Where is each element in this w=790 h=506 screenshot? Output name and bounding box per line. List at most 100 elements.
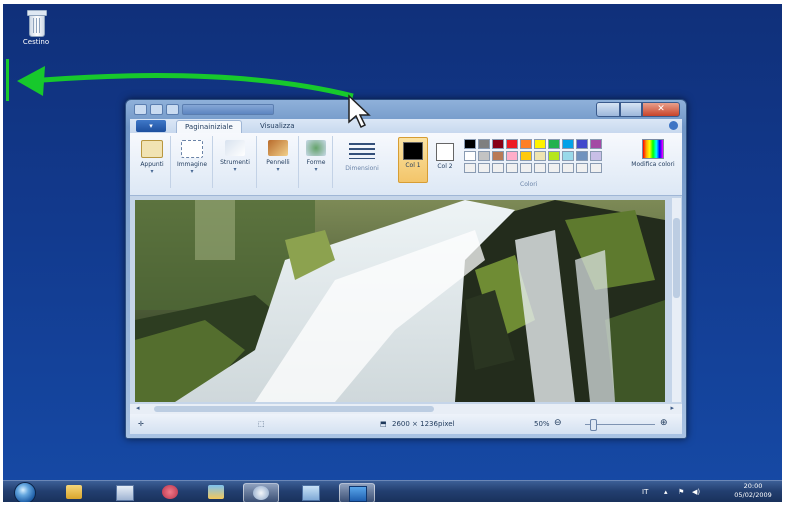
taskbar-pen[interactable] bbox=[153, 483, 187, 501]
brushes-group[interactable]: Pennelli ▾ bbox=[258, 136, 299, 188]
clipboard-icon bbox=[141, 140, 163, 158]
brushes-label: Pennelli bbox=[266, 159, 290, 166]
image-group[interactable]: Immagine ▾ bbox=[172, 136, 213, 188]
size-group[interactable]: Dimensioni bbox=[336, 136, 388, 188]
palette-swatch[interactable] bbox=[492, 163, 504, 173]
taskbar: IT ▴ ⚑ ◀) 20:00 05/02/2009 bbox=[3, 480, 782, 502]
volume-icon[interactable]: ◀) bbox=[692, 488, 700, 496]
palette-swatch[interactable] bbox=[506, 139, 518, 149]
palette-swatch[interactable] bbox=[548, 151, 560, 161]
clipboard-group[interactable]: Appunti ▾ bbox=[134, 136, 171, 188]
colors-group-label: Colori bbox=[520, 181, 538, 188]
taskbar-monitor[interactable] bbox=[339, 483, 375, 502]
color2-button[interactable]: Col 2 bbox=[432, 137, 458, 181]
palette-swatch[interactable] bbox=[590, 139, 602, 149]
palette-swatch[interactable] bbox=[492, 151, 504, 161]
palette-swatch[interactable] bbox=[520, 163, 532, 173]
tab-home[interactable]: Paginainiziale bbox=[176, 120, 242, 134]
color2-swatch bbox=[436, 143, 454, 161]
close-button[interactable]: ✕ bbox=[642, 102, 680, 117]
system-tray: IT ▴ ⚑ ◀) 20:00 05/02/2009 bbox=[624, 481, 774, 502]
paint-window[interactable]: ✕ ▾ Paginainiziale Visualizza Appunti ▾ I… bbox=[125, 99, 687, 439]
line-size-icon bbox=[349, 143, 375, 159]
palette-swatch[interactable] bbox=[464, 151, 476, 161]
vertical-scroll-thumb[interactable] bbox=[673, 218, 680, 298]
palette-swatch[interactable] bbox=[464, 163, 476, 173]
mouse-cursor-icon bbox=[348, 94, 371, 129]
vertical-scrollbar[interactable] bbox=[672, 198, 681, 402]
title-text bbox=[182, 103, 274, 115]
palette-swatch[interactable] bbox=[576, 139, 588, 149]
zoom-out-button[interactable]: ⊖ bbox=[554, 418, 562, 428]
paint-icon bbox=[116, 485, 134, 501]
palette-swatch[interactable] bbox=[492, 139, 504, 149]
file-menu-button[interactable]: ▾ bbox=[136, 120, 166, 132]
taskbar-folder[interactable] bbox=[199, 483, 233, 501]
palette-swatch[interactable] bbox=[478, 163, 490, 173]
minimize-button[interactable] bbox=[596, 102, 620, 117]
palette-swatch[interactable] bbox=[590, 163, 602, 173]
color1-swatch bbox=[403, 142, 423, 160]
palette-swatch[interactable] bbox=[478, 151, 490, 161]
color-palette[interactable] bbox=[464, 139, 602, 173]
desktop: Cestino ✕ ▾ Paginainiziale Visualizza Ap… bbox=[3, 4, 782, 502]
pen-icon bbox=[162, 485, 178, 499]
taskbar-explorer[interactable] bbox=[57, 483, 91, 501]
size-label: Dimensioni bbox=[345, 165, 379, 172]
palette-swatch[interactable] bbox=[562, 151, 574, 161]
color2-label: Col 2 bbox=[437, 163, 453, 170]
clipboard-label: Appunti bbox=[140, 161, 164, 168]
horizontal-scrollbar[interactable]: ◂ ▸ bbox=[130, 404, 682, 414]
taskbar-notepad[interactable] bbox=[293, 483, 327, 501]
clock[interactable]: 20:00 05/02/2009 bbox=[732, 482, 774, 500]
taskbar-media[interactable] bbox=[243, 483, 279, 502]
ribbon: Appunti ▾ Immagine ▾ Strumenti ▾ Pennelli ▾ … bbox=[130, 133, 682, 196]
taskbar-paint[interactable] bbox=[107, 483, 141, 501]
quick-access-toolbar[interactable] bbox=[134, 103, 284, 115]
palette-swatch[interactable] bbox=[478, 139, 490, 149]
save-icon[interactable] bbox=[150, 103, 163, 115]
shapes-label: Forme bbox=[306, 159, 326, 166]
canvas-area[interactable] bbox=[130, 196, 682, 404]
palette-swatch[interactable] bbox=[562, 139, 574, 149]
cursor-position-icon: ✛ bbox=[138, 420, 144, 428]
palette-swatch[interactable] bbox=[534, 139, 546, 149]
palette-swatch[interactable] bbox=[562, 163, 574, 173]
palette-swatch[interactable] bbox=[520, 139, 532, 149]
edit-colors-label: Modifica colori bbox=[631, 161, 675, 168]
palette-swatch[interactable] bbox=[534, 151, 546, 161]
edit-colors-button[interactable]: Modifica colori bbox=[628, 139, 678, 168]
palette-swatch[interactable] bbox=[520, 151, 532, 161]
palette-swatch[interactable] bbox=[590, 151, 602, 161]
tools-group[interactable]: Strumenti ▾ bbox=[214, 136, 257, 188]
palette-swatch[interactable] bbox=[464, 139, 476, 149]
waterfall-image[interactable] bbox=[135, 200, 665, 402]
action-center-icon[interactable]: ⚑ bbox=[678, 488, 684, 496]
color1-button[interactable]: Col 1 bbox=[398, 137, 428, 183]
palette-swatch[interactable] bbox=[548, 139, 560, 149]
paint-app-icon[interactable] bbox=[134, 103, 147, 115]
scroll-left-icon[interactable]: ◂ bbox=[136, 404, 140, 412]
undo-icon[interactable] bbox=[166, 103, 179, 115]
title-bar[interactable]: ✕ bbox=[126, 100, 686, 118]
palette-swatch[interactable] bbox=[576, 163, 588, 173]
selection-icon: ⬚ bbox=[258, 420, 265, 428]
image-dimensions: 2600 × 1236pixel bbox=[392, 420, 455, 428]
palette-swatch[interactable] bbox=[506, 163, 518, 173]
palette-swatch[interactable] bbox=[548, 163, 560, 173]
maximize-button[interactable] bbox=[620, 102, 642, 117]
zoom-slider-thumb[interactable] bbox=[590, 419, 597, 431]
zoom-in-button[interactable]: ⊕ bbox=[660, 418, 668, 428]
start-button[interactable] bbox=[14, 482, 36, 502]
show-hidden-icons[interactable]: ▴ bbox=[664, 488, 668, 496]
tab-view[interactable]: Visualizza bbox=[252, 120, 302, 133]
horizontal-scroll-thumb[interactable] bbox=[154, 406, 434, 412]
help-icon[interactable] bbox=[669, 121, 678, 130]
recycle-bin[interactable]: Cestino bbox=[16, 10, 56, 46]
scroll-right-icon[interactable]: ▸ bbox=[670, 404, 674, 412]
shapes-group[interactable]: Forme ▾ bbox=[300, 136, 333, 188]
palette-swatch[interactable] bbox=[534, 163, 546, 173]
palette-swatch[interactable] bbox=[576, 151, 588, 161]
palette-swatch[interactable] bbox=[506, 151, 518, 161]
language-indicator[interactable]: IT bbox=[642, 488, 648, 496]
